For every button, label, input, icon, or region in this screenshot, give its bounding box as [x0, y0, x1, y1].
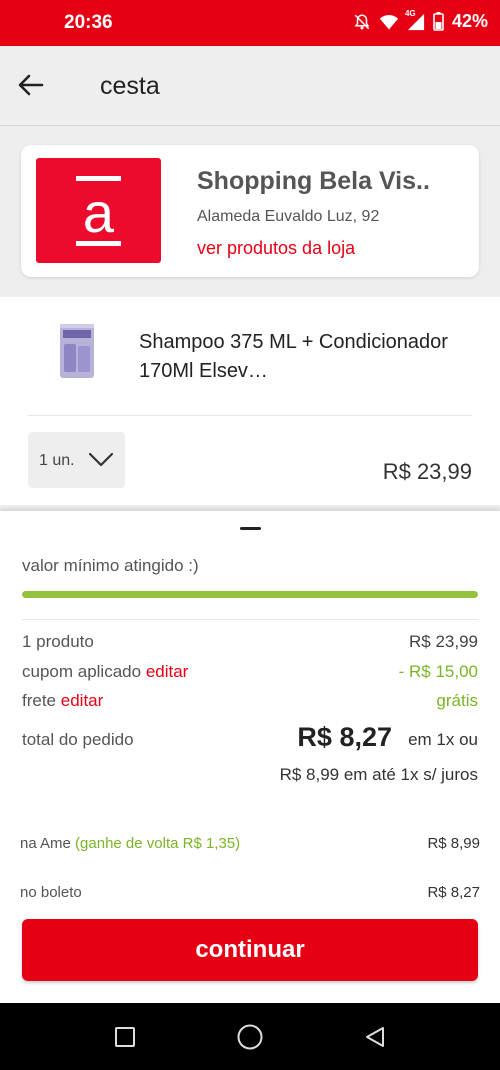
- quantity-select[interactable]: 1 un.: [28, 432, 125, 488]
- store-card[interactable]: a Shopping Bela Vis.. Alameda Euvaldo Lu…: [21, 145, 479, 277]
- ame-payment-label: na Ame (ganhe de volta R$ 1,35): [20, 835, 240, 852]
- shipping-value: grátis: [436, 691, 478, 710]
- boleto-payment-label: no boleto: [20, 884, 82, 901]
- battery-icon: [433, 12, 444, 31]
- product-section: Shampoo 375 ML + Condicionador 170Ml Els…: [0, 297, 500, 505]
- status-icons: 4G 42%: [353, 9, 488, 32]
- coupon-discount: - R$ 15,00: [398, 662, 478, 681]
- recent-apps-button[interactable]: [111, 1023, 139, 1051]
- quantity-value: 1 un.: [39, 452, 75, 469]
- status-bar: 20:36 4G 42%: [0, 0, 500, 46]
- arrow-left-icon: [18, 74, 44, 96]
- chevron-down-icon: [88, 452, 114, 467]
- min-value-text: valor mínimo atingido :): [22, 556, 199, 575]
- order-total-amount: R$ 8,27: [297, 722, 392, 752]
- store-address: Alameda Euvaldo Luz, 92: [197, 208, 380, 225]
- shipping-row-label: frete editar: [22, 691, 103, 711]
- triangle-back-icon: [366, 1027, 384, 1047]
- order-total-suffix: em 1x ou: [408, 730, 478, 749]
- order-total-label: total do pedido: [22, 730, 134, 749]
- divider: [28, 415, 472, 416]
- wifi-icon: [379, 13, 399, 31]
- battery-percent: 42%: [451, 11, 488, 31]
- product-name: Shampoo 375 ML + Condicionador 170Ml Els…: [139, 331, 448, 382]
- system-navigation-bar: [0, 1003, 500, 1070]
- coupon-row-label: cupom aplicado editar: [22, 662, 188, 682]
- store-name: Shopping Bela Vis..: [197, 167, 430, 195]
- installment-text: R$ 8,99 em até 1x s/ juros: [279, 765, 478, 784]
- divider: [22, 619, 478, 620]
- shipping-label: frete: [22, 691, 57, 710]
- ame-label: na Ame: [20, 835, 71, 852]
- continue-button[interactable]: continuar: [22, 919, 478, 981]
- store-logo: a: [36, 158, 161, 263]
- coupon-label: cupom aplicado: [22, 662, 142, 681]
- circle-icon: [237, 1024, 263, 1050]
- view-store-products-link[interactable]: ver produtos da loja: [197, 238, 355, 259]
- page-title: cesta: [100, 72, 160, 100]
- signal-icon: 4G: [405, 9, 425, 31]
- mute-icon: [353, 13, 371, 31]
- square-icon: [115, 1027, 135, 1047]
- back-button[interactable]: [14, 68, 48, 102]
- products-subtotal: R$ 23,99: [409, 632, 478, 651]
- products-count-label: 1 produto: [22, 632, 94, 651]
- order-summary-sheet: valor mínimo atingido :) 1 produto R$ 23…: [0, 511, 500, 1003]
- home-button[interactable]: [236, 1023, 264, 1051]
- edit-coupon-link[interactable]: editar: [146, 662, 189, 681]
- app-bar: cesta: [0, 46, 500, 126]
- store-logo-letter: a: [83, 181, 115, 244]
- boleto-payment-value: R$ 8,27: [427, 884, 480, 901]
- min-value-progress-fill: [22, 591, 478, 598]
- product-image: [58, 322, 96, 380]
- sheet-drag-handle[interactable]: [240, 527, 261, 530]
- edit-shipping-link[interactable]: editar: [61, 691, 104, 710]
- product-price: R$ 23,99: [382, 459, 472, 484]
- status-time: 20:36: [64, 12, 113, 33]
- back-nav-button[interactable]: [361, 1023, 389, 1051]
- ame-cashback: (ganhe de volta R$ 1,35): [75, 835, 241, 852]
- ame-payment-value: R$ 8,99: [427, 835, 480, 852]
- network-type: 4G: [404, 8, 416, 18]
- min-value-progress: [22, 591, 478, 598]
